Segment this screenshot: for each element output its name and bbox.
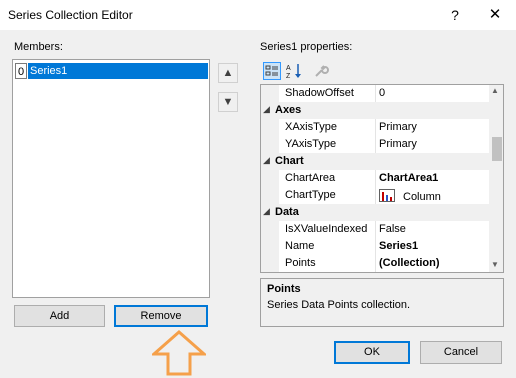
property-name: ChartType xyxy=(285,189,336,201)
property-row-yaxistype[interactable]: YAxisType Primary xyxy=(261,136,489,153)
property-name: ChartArea xyxy=(285,172,336,184)
scrollbar-thumb[interactable] xyxy=(492,137,502,161)
column-divider xyxy=(375,136,376,153)
description-text: Series Data Points collection. xyxy=(267,299,411,311)
properties-label: Series1 properties: xyxy=(260,41,353,53)
column-divider xyxy=(375,255,376,272)
property-row-points[interactable]: Points (Collection) xyxy=(261,255,489,272)
member-index: 0 xyxy=(15,63,27,79)
property-row-name[interactable]: Name Series1 xyxy=(261,238,489,255)
arrow-down-icon: ▼ xyxy=(222,96,234,108)
property-value-text: Column xyxy=(403,191,441,203)
column-divider xyxy=(375,119,376,136)
category-label: Chart xyxy=(275,155,304,167)
property-value[interactable]: 0 xyxy=(379,87,385,99)
close-button[interactable]: ✕ xyxy=(482,4,508,26)
alphabetical-view-button[interactable]: A Z xyxy=(285,62,303,80)
member-item[interactable]: 0 Series1 xyxy=(13,63,208,79)
column-divider xyxy=(375,170,376,187)
cancel-button[interactable]: Cancel xyxy=(420,341,502,364)
collapse-toggle-icon[interactable]: ◢ xyxy=(263,206,271,217)
property-name: IsXValueIndexed xyxy=(285,223,368,235)
remove-button[interactable]: Remove xyxy=(114,305,208,327)
svg-text:A: A xyxy=(286,65,291,72)
row-gutter xyxy=(261,85,279,102)
property-row-xaxistype[interactable]: XAxisType Primary xyxy=(261,119,489,136)
vertical-scrollbar[interactable]: ▲ ▼ xyxy=(489,85,503,272)
column-divider xyxy=(375,85,376,102)
row-gutter xyxy=(261,221,279,238)
members-label: Members: xyxy=(14,41,63,53)
category-label: Data xyxy=(275,206,299,218)
collapse-toggle-icon[interactable]: ◢ xyxy=(263,155,271,166)
move-down-button[interactable]: ▼ xyxy=(218,92,238,112)
category-data[interactable]: ◢ Data xyxy=(261,204,489,221)
category-axes[interactable]: ◢ Axes xyxy=(261,102,489,119)
collapse-toggle-icon[interactable]: ◢ xyxy=(263,104,271,115)
move-up-button[interactable]: ▲ xyxy=(218,63,238,83)
property-row-isxvalueindexed[interactable]: IsXValueIndexed False xyxy=(261,221,489,238)
svg-text:Z: Z xyxy=(286,73,291,80)
annotation-up-arrow-icon xyxy=(152,330,206,376)
scroll-down-icon[interactable]: ▼ xyxy=(491,260,499,269)
row-gutter xyxy=(261,170,279,187)
row-gutter xyxy=(261,136,279,153)
scroll-up-icon[interactable]: ▲ xyxy=(491,86,499,95)
property-name: YAxisType xyxy=(285,138,337,150)
column-divider xyxy=(375,221,376,238)
add-button[interactable]: Add xyxy=(14,305,105,327)
property-name: Points xyxy=(285,257,316,269)
row-gutter xyxy=(261,119,279,136)
help-button[interactable]: ? xyxy=(444,4,466,26)
description-panel: Points Series Data Points collection. xyxy=(260,278,504,327)
window-title: Series Collection Editor xyxy=(8,8,133,22)
member-name: Series1 xyxy=(28,63,208,79)
property-row-charttype[interactable]: ChartType Column xyxy=(261,187,489,204)
property-value[interactable]: Series1 xyxy=(379,240,418,252)
property-value[interactable]: Column xyxy=(379,189,441,203)
property-value[interactable]: False xyxy=(379,223,406,235)
property-value[interactable]: Primary xyxy=(379,121,417,133)
property-grid[interactable]: ShadowOffset 0 ◢ Axes XAxisType Primary YAxisT… xyxy=(260,84,504,273)
property-pages-button[interactable] xyxy=(312,62,330,80)
column-chart-icon xyxy=(379,189,395,202)
property-value[interactable]: ChartArea1 xyxy=(379,172,438,184)
property-row-chartarea[interactable]: ChartArea ChartArea1 xyxy=(261,170,489,187)
property-row-shadowoffset[interactable]: ShadowOffset 0 xyxy=(261,85,489,102)
sort-alphabetical-icon: A Z xyxy=(286,64,301,80)
property-value[interactable]: Primary xyxy=(379,138,417,150)
column-divider xyxy=(375,187,376,204)
ok-button[interactable]: OK xyxy=(334,341,410,364)
row-gutter xyxy=(261,238,279,255)
row-gutter xyxy=(261,255,279,272)
categorized-view-button[interactable] xyxy=(263,62,281,80)
column-divider xyxy=(375,238,376,255)
property-name: Name xyxy=(285,240,315,252)
wrench-icon xyxy=(315,65,329,77)
category-label: Axes xyxy=(275,104,302,116)
property-name: XAxisType xyxy=(285,121,337,133)
property-value[interactable]: (Collection) xyxy=(379,257,440,269)
arrow-up-icon: ▲ xyxy=(222,67,234,79)
category-chart[interactable]: ◢ Chart xyxy=(261,153,489,170)
categorized-icon xyxy=(265,65,278,76)
members-list[interactable] xyxy=(12,59,210,298)
description-title: Points xyxy=(267,283,301,295)
property-name: ShadowOffset xyxy=(285,87,354,99)
row-gutter xyxy=(261,187,279,204)
